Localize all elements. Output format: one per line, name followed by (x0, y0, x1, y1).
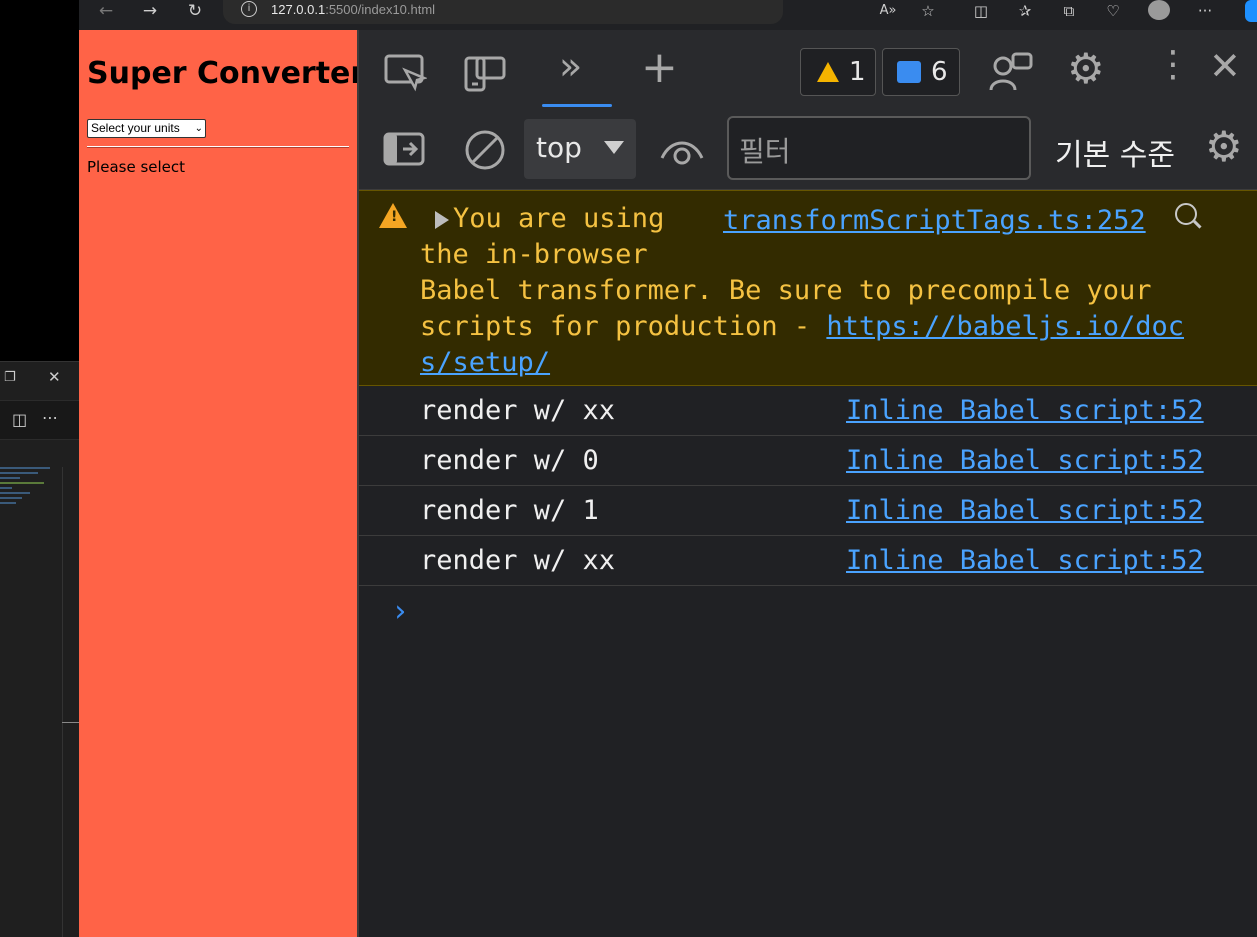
messages-count: 6 (931, 57, 948, 87)
read-aloud-icon[interactable]: A» (876, 0, 900, 22)
chevron-down-icon (604, 141, 624, 154)
warnings-count: 1 (849, 57, 866, 87)
units-select[interactable]: Select your units ⌄ (87, 119, 206, 138)
warning-line-3: Babel transformer. Be sure to precompile… (420, 275, 1152, 306)
log-row: render w/ xx Inline Babel script:52 (359, 536, 1257, 586)
log-level-dropdown[interactable]: 기본 수준 (1055, 130, 1175, 174)
console-toolbar: top 필터 기본 수준 ⚙ (359, 110, 1257, 190)
units-select-value: Select your units (91, 121, 180, 135)
device-emulation-icon[interactable] (463, 52, 507, 96)
editor-toolbar: ◫ ⋯ (0, 400, 79, 440)
profile-avatar[interactable] (1148, 0, 1170, 20)
favorites-icon[interactable]: ✰ (1013, 0, 1037, 22)
babel-docs-link[interactable]: https://babeljs.io/doc (826, 311, 1184, 342)
message-icon (897, 61, 921, 83)
settings-gear-icon[interactable]: ⚙ (1067, 44, 1105, 93)
log-source-link[interactable]: Inline Babel script:52 (846, 395, 1204, 426)
screen: ❐ ✕ ◫ ⋯ ← → ↻ i 127.0.0.1:5500/index10.h… (0, 0, 1257, 937)
messages-badge[interactable]: 6 (882, 48, 960, 96)
search-icon-handle (1193, 220, 1202, 229)
copilot-icon[interactable] (1245, 0, 1257, 22)
log-source-link[interactable]: Inline Babel script:52 (846, 545, 1204, 576)
show-sidebar-icon[interactable] (383, 132, 425, 166)
page-title: Super Converter (87, 56, 366, 91)
address-bar[interactable]: i 127.0.0.1:5500/index10.html (223, 0, 783, 24)
inspect-element-icon[interactable] (383, 52, 427, 92)
clear-console-icon[interactable] (463, 128, 507, 172)
warning-line-4: scripts for production - https://babeljs… (420, 311, 1185, 342)
log-message: render w/ 0 (420, 445, 599, 476)
split-editor-icon[interactable]: ◫ (12, 410, 27, 429)
console-warning-message: ! You are using the in-browser Babel tra… (359, 190, 1257, 386)
babel-docs-link-continued[interactable]: s/setup/ (420, 347, 550, 378)
status-text: Please select (87, 158, 186, 176)
divider (87, 146, 349, 148)
collections-icon[interactable]: ⧉ (1057, 0, 1081, 22)
more-tools-chevron-icon[interactable]: » (559, 44, 582, 88)
customize-more-icon[interactable]: ⋮ (1155, 44, 1191, 85)
live-expression-eye-icon[interactable] (659, 132, 705, 168)
context-select-value: top (536, 131, 582, 164)
chevron-down-icon: ⌄ (194, 123, 203, 134)
reload-icon[interactable]: ↻ (180, 0, 210, 22)
log-source-link[interactable]: Inline Babel script:52 (846, 495, 1204, 526)
log-row: render w/ 1 Inline Babel script:52 (359, 486, 1257, 536)
back-icon[interactable]: ← (91, 0, 121, 22)
warning-line-2: the in-browser (420, 239, 648, 270)
site-info-icon[interactable]: i (241, 1, 257, 17)
log-row: render w/ 0 Inline Babel script:52 (359, 436, 1257, 486)
filter-input[interactable]: 필터 (727, 116, 1031, 180)
more-icon[interactable]: ⋯ (42, 408, 58, 427)
add-tab-plus-icon[interactable]: + (641, 42, 678, 93)
log-message: render w/ 1 (420, 495, 599, 526)
settings-more-icon[interactable]: ··· (1193, 0, 1217, 22)
close-icon[interactable]: ✕ (48, 368, 61, 386)
tab-active-indicator (542, 104, 612, 107)
warning-exclamation: ! (391, 209, 398, 225)
browser-essentials-icon[interactable]: ♡ (1101, 0, 1125, 22)
restore-icon[interactable]: ❐ (4, 370, 16, 385)
warning-line-1: You are using (453, 203, 665, 234)
page-viewport: Super Converter Select your units ⌄ Plea… (79, 30, 365, 937)
log-source-link[interactable]: Inline Babel script:52 (846, 445, 1204, 476)
split-screen-icon[interactable]: ◫ (969, 0, 993, 22)
log-message: render w/ xx (420, 545, 616, 576)
devtools-panel: » + 1 6 ⚙ ⋮ ✕ top 필터 기본 수준 ⚙ ! You are u… (357, 30, 1257, 937)
expand-triangle-icon[interactable] (435, 211, 449, 229)
warning-icon (817, 62, 839, 82)
url-text: 127.0.0.1:5500/index10.html (271, 2, 436, 17)
devtools-tab-bar: » + 1 6 ⚙ ⋮ ✕ (359, 30, 1257, 110)
editor-splitter[interactable] (62, 722, 79, 723)
console-prompt-chevron-icon[interactable]: › (391, 594, 409, 629)
console-settings-gear-icon[interactable]: ⚙ (1205, 122, 1243, 171)
background-editor-window: ❐ ✕ ◫ ⋯ (0, 361, 79, 937)
log-row: render w/ xx Inline Babel script:52 (359, 386, 1257, 436)
minimap (0, 467, 60, 547)
forward-icon[interactable]: → (135, 0, 165, 22)
close-devtools-icon[interactable]: ✕ (1209, 44, 1241, 88)
editor-divider (62, 467, 63, 937)
warning-source-link[interactable]: transformScriptTags.ts:252 (723, 205, 1146, 236)
context-select[interactable]: top (524, 119, 636, 179)
browser-toolbar: ← → ↻ i 127.0.0.1:5500/index10.html A» ☆… (79, 0, 1257, 30)
log-message: render w/ xx (420, 395, 616, 426)
favorite-star-icon[interactable]: ☆ (916, 0, 940, 22)
warnings-badge[interactable]: 1 (800, 48, 876, 96)
feedback-icon[interactable] (989, 50, 1033, 94)
